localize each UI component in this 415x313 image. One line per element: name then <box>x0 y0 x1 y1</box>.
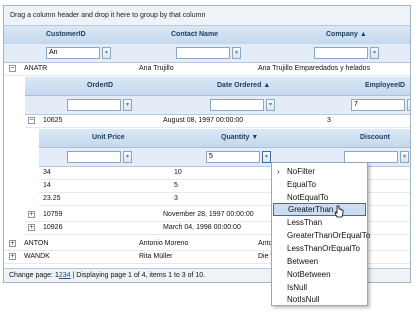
header-orderid[interactable]: OrderID <box>87 77 113 95</box>
header-date-ordered[interactable]: Date Ordered ▲ <box>217 77 270 95</box>
menu-item-notbetween[interactable]: NotBetween <box>273 268 366 281</box>
quantity-cell: 5 <box>174 182 178 189</box>
orders-filter-row: ▾ ▾ 7 ▾ <box>25 96 410 115</box>
unit-price-cell: 34 <box>43 169 51 176</box>
company-filter-button[interactable]: ▾ <box>370 47 379 59</box>
table-row: − 10625 August 08, 1997 00:00:00 3 <box>25 115 410 128</box>
header-company-label: Company <box>326 31 358 38</box>
discount-filter-button[interactable]: ▾ <box>400 151 409 163</box>
customer-id-cell: ANATR <box>24 65 48 72</box>
order-id-cell: 10926 <box>43 224 63 231</box>
customer-id-cell: WANDK <box>24 253 50 260</box>
order-date-cell: August 08, 1997 00:00:00 <box>163 117 244 124</box>
orders-header: OrderID Date Ordered ▲ EmployeeID <box>25 77 410 96</box>
date-filter-button[interactable]: ▾ <box>266 99 275 111</box>
company-filter-input[interactable] <box>314 47 368 59</box>
pager-label: Change page: <box>9 272 53 279</box>
header-customerid[interactable]: CustomerID <box>46 26 86 44</box>
contact-cell: Antonio Moreno <box>139 240 189 247</box>
collapse-icon[interactable]: − <box>28 117 35 124</box>
sort-asc-icon: ▲ <box>263 82 271 89</box>
order-date-cell: November 28, 1997 00:00:00 <box>163 211 254 218</box>
expand-icon[interactable]: + <box>28 224 35 231</box>
filter-menu: › NoFilter EqualTo NotEqualTo GreaterThan… <box>271 162 370 306</box>
expand-icon[interactable]: + <box>9 253 16 260</box>
quantity-cell: 10 <box>174 169 182 176</box>
employee-id-cell: 3 <box>327 117 331 124</box>
menu-item-between[interactable]: Between <box>273 255 366 268</box>
company-cell: Ana Trujillo Emparedados y helados <box>258 65 371 72</box>
contact-filter-input[interactable] <box>176 47 230 59</box>
header-unit-price[interactable]: Unit Price <box>92 129 125 147</box>
sort-asc-icon: ▲ <box>359 31 367 38</box>
page-link-4[interactable]: 4 <box>67 272 71 279</box>
orderid-filter-input[interactable] <box>67 99 121 111</box>
hand-cursor-icon <box>334 205 344 218</box>
expand-icon[interactable]: + <box>28 211 35 218</box>
unit-price-cell: 14 <box>43 182 51 189</box>
unit-price-filter-input[interactable] <box>67 151 121 163</box>
quantity-filter-input[interactable]: 5 <box>206 151 260 163</box>
expand-icon[interactable]: + <box>9 240 16 247</box>
table-row: − ANATR Ana Trujillo Ana Trujillo Empare… <box>4 63 410 76</box>
header-discount[interactable]: Discount <box>360 129 390 147</box>
header-quantity[interactable]: Quantity ▼ <box>221 129 258 147</box>
contact-cell: Rita Müller <box>139 253 173 260</box>
menu-item-lessthan[interactable]: LessThan <box>273 216 366 229</box>
chevron-right-icon: › <box>277 167 280 176</box>
menu-item-greaterthan[interactable]: GreaterThan <box>273 203 366 216</box>
menu-item-greaterthanorequalto[interactable]: GreaterThanOrEqualTo <box>273 229 370 242</box>
menu-item-notisnull[interactable]: NotIsNull <box>273 293 366 306</box>
menu-item-label: NoFilter <box>287 167 316 176</box>
contact-cell: Ana Trujillo <box>139 65 174 72</box>
header-date-label: Date Ordered <box>217 82 262 89</box>
group-panel[interactable]: Drag a column header and drop it here to… <box>4 6 410 26</box>
menu-item-lessthanorequalto[interactable]: LessThanOrEqualTo <box>273 242 366 255</box>
unit-price-cell: 23.25 <box>43 195 61 202</box>
header-company[interactable]: Company ▲ <box>326 26 367 44</box>
quantity-filter-button[interactable]: ▾ <box>262 151 271 163</box>
sort-desc-icon: ▼ <box>251 134 259 141</box>
customerid-filter-input[interactable]: An <box>46 47 100 59</box>
contact-filter-button[interactable]: ▾ <box>232 47 241 59</box>
orderid-filter-button[interactable]: ▾ <box>123 99 132 111</box>
customerid-filter-button[interactable]: ▾ <box>102 47 111 59</box>
order-id-cell: 10625 <box>43 117 63 124</box>
order-id-cell: 10759 <box>43 211 63 218</box>
date-filter-input[interactable] <box>210 99 264 111</box>
header-quantity-label: Quantity <box>221 134 250 141</box>
order-date-cell: March 04, 1998 00:00:00 <box>163 224 241 231</box>
header-employeeid[interactable]: EmployeeID <box>365 77 405 95</box>
quantity-cell: 3 <box>174 195 178 202</box>
customer-id-cell: ANTON <box>24 240 49 247</box>
collapse-icon[interactable]: − <box>9 65 16 72</box>
unit-price-filter-button[interactable]: ▾ <box>123 151 132 163</box>
employeeid-filter-button[interactable]: ▾ <box>407 99 410 111</box>
employeeid-filter-input[interactable]: 7 <box>351 99 405 111</box>
menu-item-nofilter[interactable]: › NoFilter <box>273 165 366 178</box>
details-header: Unit Price Quantity ▼ Discount <box>39 129 410 148</box>
master-header: CustomerID Contact Name Company ▲ <box>4 26 410 45</box>
header-contact-name[interactable]: Contact Name <box>171 26 218 44</box>
master-filter-row: An ▾ ▾ ▾ <box>4 44 410 63</box>
menu-item-equalto[interactable]: EqualTo <box>273 178 366 191</box>
pager-summary: | Displaying page 1 of 4, items 1 to 3 o… <box>72 272 206 279</box>
